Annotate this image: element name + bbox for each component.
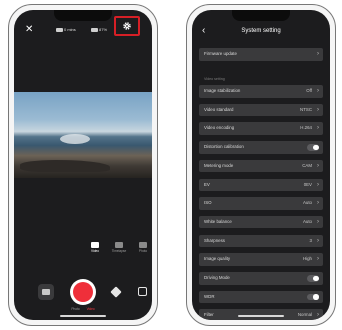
settings-row[interactable]: Image stabilization Off › [199,85,323,98]
phone-camera-screen: ✕ 0 mins 87% Video Timelapse Photo Photo… [8,4,158,326]
settings-row[interactable]: White balance Auto › [199,215,323,229]
notch [54,10,112,21]
mode-photo-label: Photo [138,249,148,253]
submode-video[interactable]: Video [87,307,95,311]
shutter-button[interactable] [70,279,96,305]
camera-preview [14,92,152,178]
settings-row-value: High [302,256,312,262]
timelapse-icon [115,242,123,248]
page-title: System setting [241,28,281,34]
battery-status: 87% [91,27,107,32]
settings-row[interactable]: Video encoding H.264 › [199,122,323,135]
mode-video[interactable]: Video [86,242,104,253]
close-icon[interactable]: ✕ [25,23,33,37]
settings-row-value: 0EV [303,181,312,187]
chevron-right-icon: › [317,312,319,319]
settings-row-value: H.264 [300,125,312,131]
settings-row-value: 3 [309,237,312,243]
settings-row-label: Image stabilization [204,88,241,93]
settings-row-value: Off [306,88,312,93]
mode-selector: Video Timelapse Photo [86,242,152,260]
chevron-right-icon: › [317,88,319,94]
mode-timelapse-label: Timelapse [111,249,127,253]
settings-highlight[interactable] [114,16,140,36]
toggle-knob [313,275,319,281]
settings-row-label: Driving Mode [204,275,230,280]
mode-photo[interactable]: Photo [134,242,152,253]
settings-row-value: Auto [302,200,312,206]
capture-submodes: Photo Video [14,307,152,313]
layers-icon[interactable] [110,286,122,298]
settings-row-label: EV [204,181,210,187]
settings-row-value: NTSC [300,106,312,112]
settings-row-label: Video encoding [204,125,235,131]
storage-label: 0 mins [64,27,76,32]
sd-card-icon [56,28,63,32]
video-icon [91,242,99,248]
toggle-switch[interactable] [307,144,319,151]
preview-rocks [20,160,110,172]
settings-screen: ‹ System setting Firmware update › Video… [192,10,330,320]
settings-row-label: Metering mode [204,162,234,168]
settings-row-label: Image quality [204,256,231,262]
settings-row[interactable]: Driving Mode [199,272,323,285]
gallery-icon [42,289,50,295]
settings-row-value: Auto [302,218,312,224]
chevron-right-icon: › [317,218,319,225]
settings-row[interactable]: WDR [199,290,323,304]
mode-timelapse[interactable]: Timelapse [110,242,128,253]
storage-status: 0 mins [56,27,76,32]
toggle-switch[interactable] [307,275,319,282]
settings-nav-bar: ‹ System setting [192,24,330,40]
toggle-switch[interactable] [307,293,319,301]
photo-icon [139,242,147,248]
settings-row[interactable]: Image quality High › [199,253,323,266]
chevron-right-icon: › [317,200,319,207]
chevron-right-icon: › [317,106,319,113]
section-header: Video setting [204,77,225,81]
settings-row-label: White balance [204,218,232,224]
toggle-knob [313,144,319,151]
settings-row-value: Normal [297,312,312,318]
settings-row-label: Sharpness [204,237,225,243]
firmware-update-row[interactable]: Firmware update › [199,48,323,61]
settings-row-value: CAM [302,162,312,168]
settings-row-label: Distortion calibration [204,144,244,150]
settings-row-label: Video standard [204,106,234,112]
settings-row[interactable]: ISO Auto › [199,197,323,210]
camera-switch-icon[interactable] [138,287,147,296]
chevron-right-icon: › [317,162,319,169]
gear-icon [123,22,131,30]
camera-screen: ✕ 0 mins 87% Video Timelapse Photo Photo… [14,10,152,320]
chevron-right-icon: › [317,51,319,57]
mode-video-label: Video [90,249,100,253]
settings-row[interactable]: Metering mode CAM › [199,159,323,173]
home-indicator [238,315,284,317]
chevron-right-icon: › [317,256,319,263]
settings-row-label: Filter [204,312,214,318]
chevron-right-icon: › [317,125,319,132]
home-indicator [60,315,106,317]
record-icon [73,282,93,302]
settings-row[interactable]: Video standard NTSC › [199,103,323,117]
toggle-knob [313,294,319,300]
settings-row[interactable]: Distortion calibration [199,141,323,154]
submode-photo[interactable]: Photo [71,307,79,311]
chevron-right-icon: › [317,237,319,244]
settings-row[interactable]: Sharpness 3 › [199,234,323,248]
settings-row-label: ISO [204,200,212,206]
chevron-right-icon: › [317,181,319,188]
battery-icon [91,28,98,32]
notch [232,10,290,21]
battery-label: 87% [99,27,108,32]
firmware-update-label: Firmware update [204,51,237,56]
preview-wave [60,134,90,144]
gallery-button[interactable] [38,284,54,300]
settings-row-label: WDR [204,293,215,299]
settings-row[interactable]: EV 0EV › [199,178,323,191]
phone-settings-screen: ‹ System setting Firmware update › Video… [186,4,336,326]
shutter-row [14,276,152,306]
